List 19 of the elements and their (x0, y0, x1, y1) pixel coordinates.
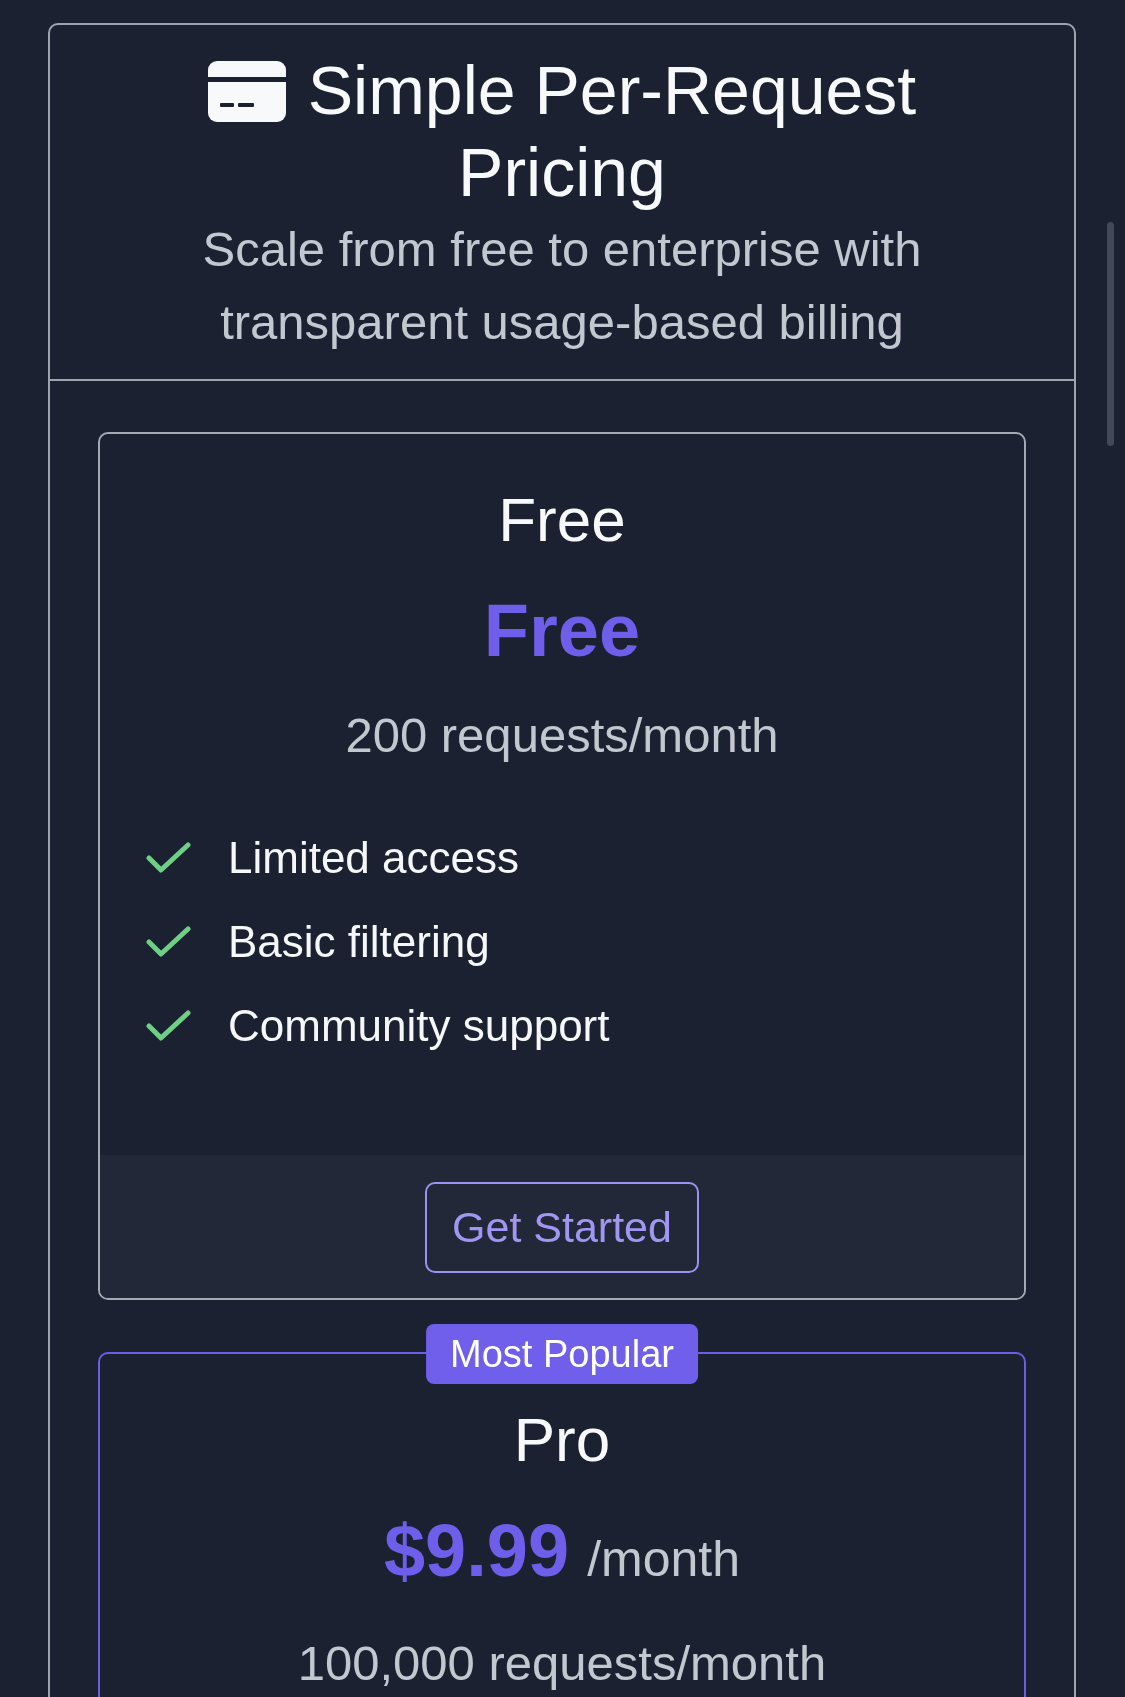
request-quota: 200 requests/month (344, 707, 780, 764)
check-icon (146, 1010, 191, 1042)
plan-price: Free (483, 588, 641, 674)
feature-text: Limited access (228, 832, 519, 884)
check-icon (146, 842, 191, 874)
feature-text: Basic filtering (228, 916, 490, 968)
request-quota: 100,000 requests/month (296, 1635, 828, 1692)
feature-text: Community support (228, 1000, 610, 1052)
pricing-subtitle: Scale from free to enterprise with transparent usage-based billing (201, 221, 923, 351)
plan-name: Free (497, 484, 627, 556)
plan-price: $9.99 (383, 1508, 570, 1594)
scrollbar-thumb[interactable] (1107, 222, 1114, 446)
price-period: /month (587, 1530, 740, 1589)
get-started-button[interactable]: Get Started (425, 1182, 699, 1273)
pricing-title: Simple Per-Request Pricing (307, 52, 917, 210)
plan-name: Pro (512, 1404, 612, 1476)
credit-card-icon (207, 61, 286, 122)
plan-badge: Most Popular (426, 1324, 698, 1384)
check-icon (146, 926, 191, 958)
